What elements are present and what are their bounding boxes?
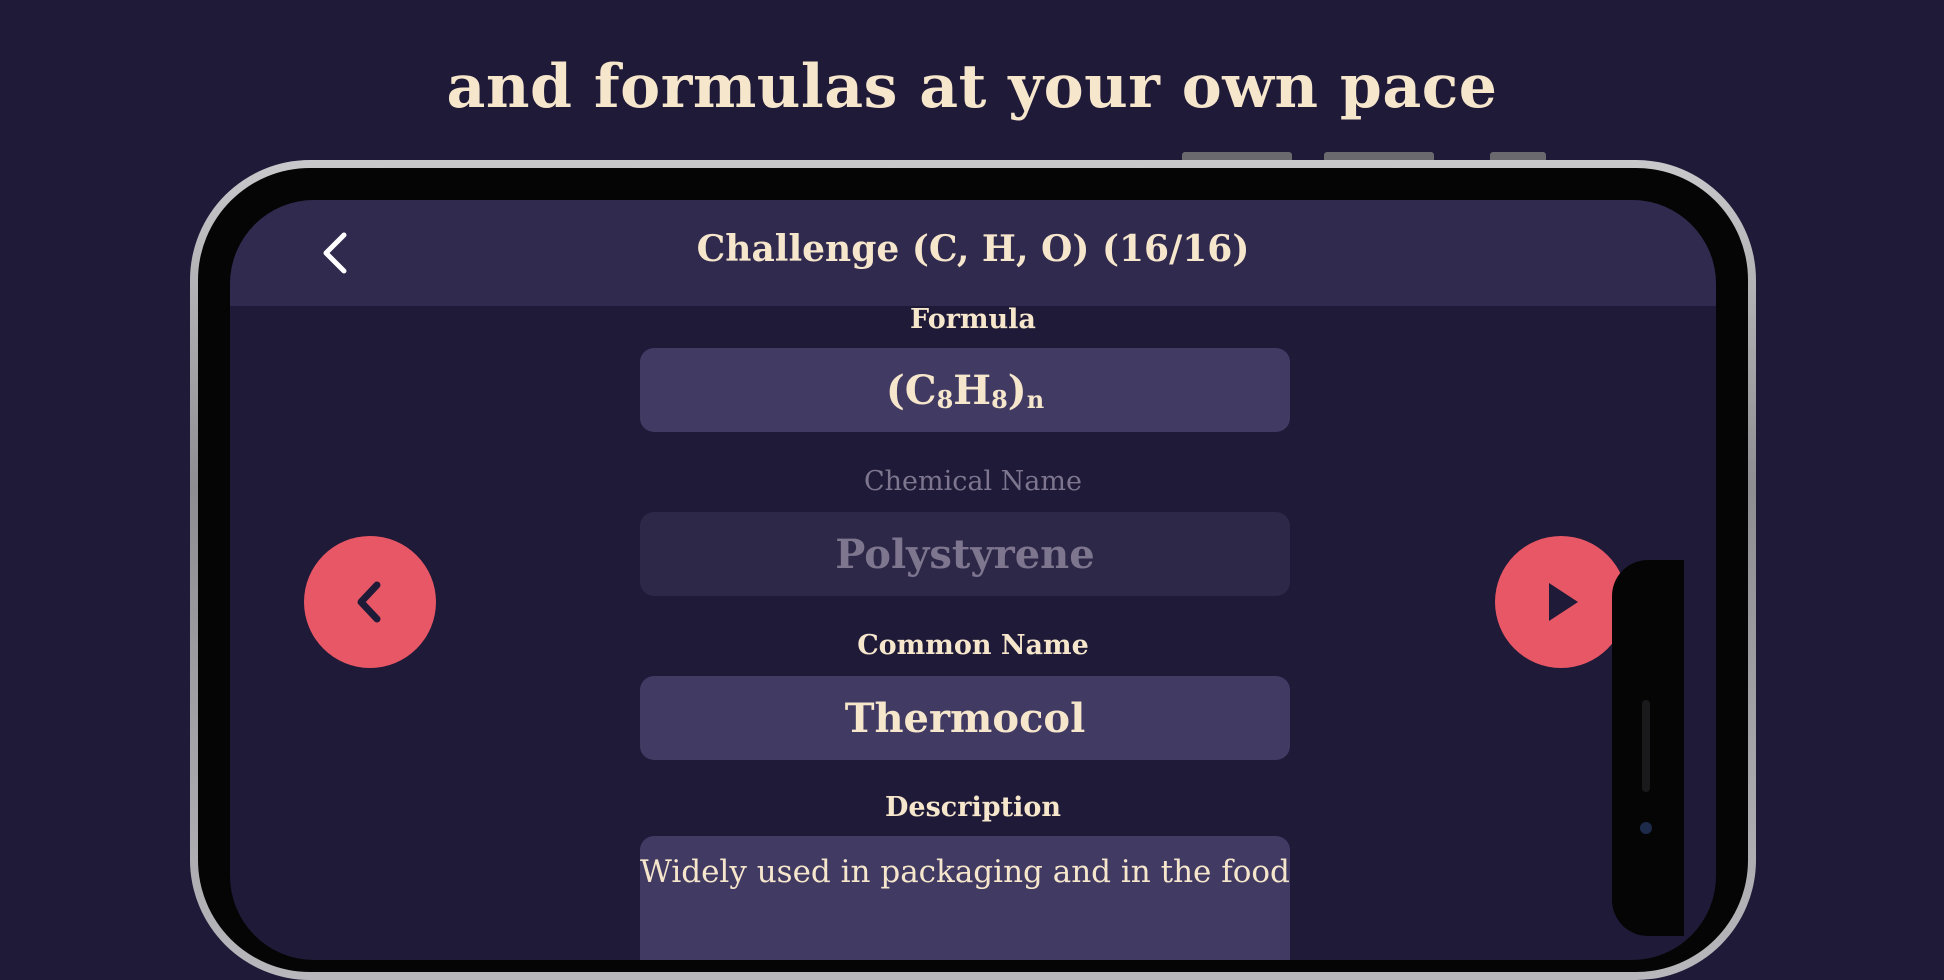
formula-label: Formula: [910, 304, 1036, 335]
phone-notch: [1612, 560, 1684, 936]
chemical-name-value: Polystyrene: [835, 530, 1095, 578]
formula-segment: H: [953, 366, 992, 414]
promo-caption: and formulas at your own pace: [446, 52, 1498, 122]
common-name-field: Thermocol: [640, 676, 1290, 760]
chemical-name-field: Polystyrene: [640, 512, 1290, 596]
formula-subscript: 8: [991, 384, 1008, 414]
play-icon: [1549, 583, 1578, 621]
app-screen: Challenge (C, H, O) (16/16) Formula (C8H…: [230, 200, 1716, 960]
description-label: Description: [885, 792, 1061, 823]
formula-subscript: 8: [936, 384, 954, 414]
app-header: Challenge (C, H, O) (16/16): [230, 200, 1716, 306]
phone-camera: [1640, 822, 1652, 834]
common-name-value: Thermocol: [844, 694, 1086, 742]
next-button[interactable]: [1495, 536, 1627, 668]
previous-button[interactable]: [304, 536, 436, 668]
formula-segment: ): [1007, 366, 1027, 414]
phone-speaker: [1642, 700, 1650, 792]
description-value: Widely used in packaging and in the food…: [640, 854, 1290, 890]
description-field: Widely used in packaging and in the food…: [640, 836, 1290, 960]
page-title: Challenge (C, H, O) (16/16): [696, 228, 1250, 270]
formula-value: (C8H8)n: [886, 367, 1044, 414]
formula-subscript: n: [1026, 384, 1045, 414]
common-name-label: Common Name: [857, 630, 1089, 661]
formula-field: (C8H8)n: [640, 348, 1290, 432]
chemical-name-label: Chemical Name: [863, 466, 1082, 497]
formula-segment: (C: [885, 366, 937, 414]
chevron-left-icon: [357, 581, 381, 623]
